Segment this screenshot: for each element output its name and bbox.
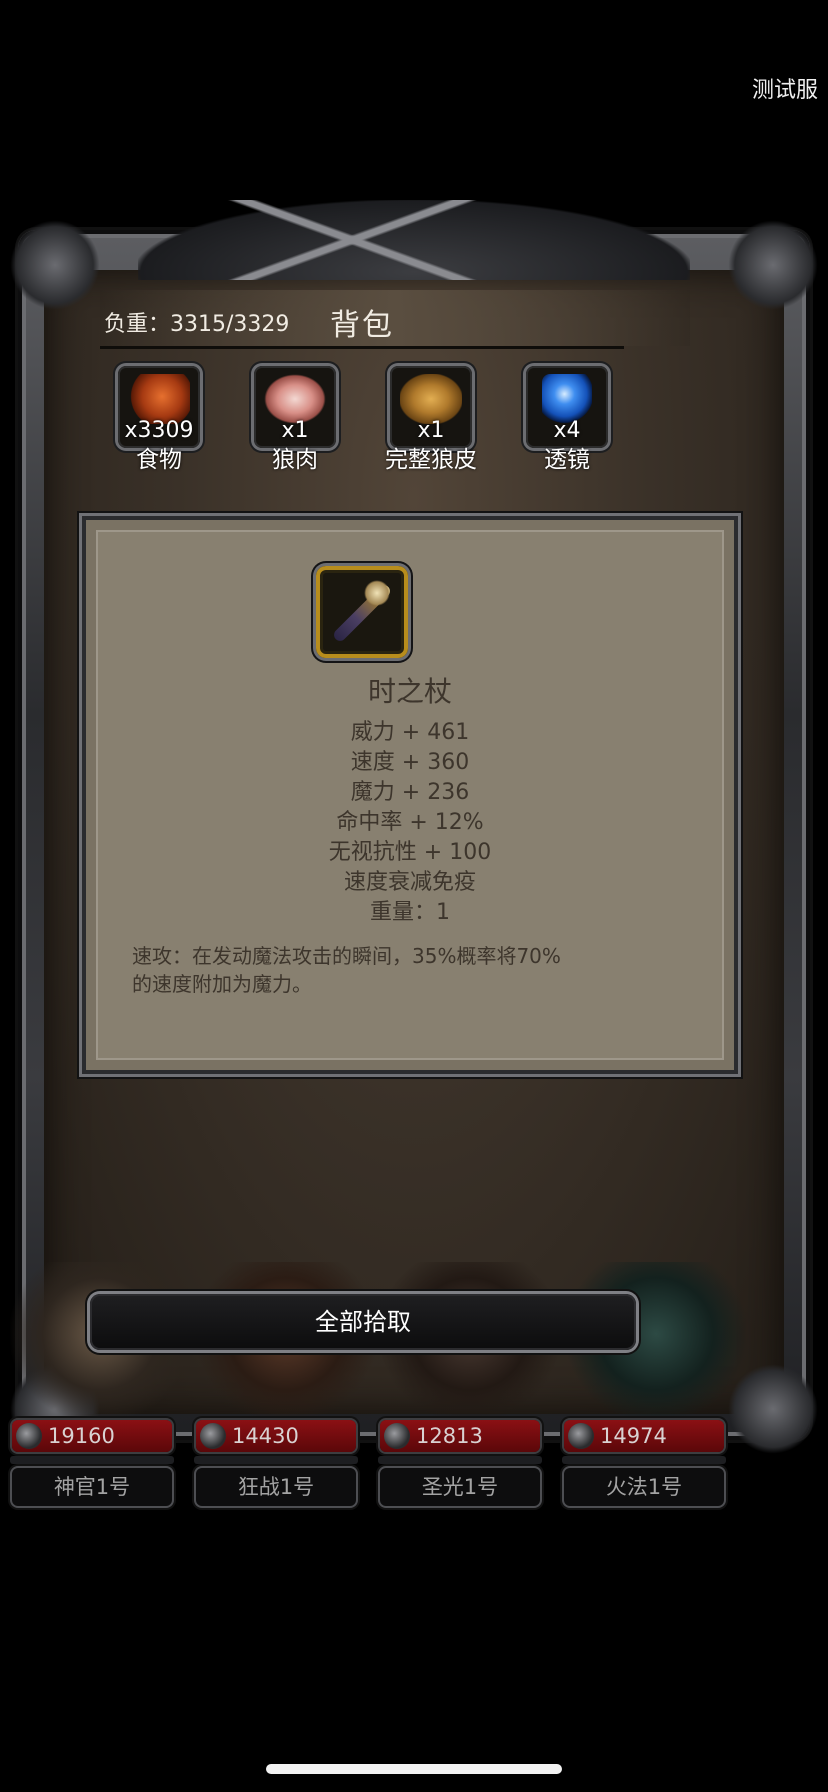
stat-magic: 魔力 + 236: [350, 780, 470, 805]
roast-meat-icon: [128, 374, 190, 424]
hp-gem-icon: [16, 1423, 42, 1449]
stat-speed-decay-immune: 速度衰减免疫: [343, 870, 476, 895]
party-member-name[interactable]: 狂战1号: [196, 1468, 356, 1506]
item-name: 狼肉: [272, 447, 318, 473]
hp-bar: 14430: [196, 1420, 356, 1452]
item-name: 透镜: [544, 447, 590, 473]
item-stats: 威力 + 461 速度 + 360 魔力 + 236 命中率 + 12% 无视抗…: [86, 718, 734, 928]
stat-hit-rate: 命中率 + 12%: [336, 810, 484, 835]
home-indicator[interactable]: [266, 1764, 562, 1774]
wolf-hide-icon: [400, 374, 462, 424]
stat-ignore-resist: 无视抗性 + 100: [328, 840, 492, 865]
frame-corner-ornament: [10, 220, 100, 310]
hp-value: 19160: [48, 1424, 115, 1448]
server-label: 测试服: [751, 78, 818, 103]
raw-meat-icon: [264, 374, 326, 424]
hp-gem-icon: [200, 1423, 226, 1449]
stat-power: 威力 + 461: [350, 720, 470, 745]
hp-bar: 19160: [12, 1420, 172, 1452]
party-member-name[interactable]: 神官1号: [12, 1468, 172, 1506]
frame-crown-ornament: [138, 200, 690, 280]
item-detail-name: 时之杖: [367, 675, 452, 708]
hp-gem-icon: [384, 1423, 410, 1449]
item-name: 完整狼皮: [385, 447, 477, 473]
hp-gem-icon: [568, 1423, 594, 1449]
mp-bar: [562, 1456, 726, 1464]
party-member-name[interactable]: 圣光1号: [380, 1468, 540, 1506]
description-line: 速攻：在发动魔法攻击的瞬间，35%概率将70%: [132, 944, 561, 968]
inventory-slot-food[interactable]: x3309: [118, 366, 200, 448]
item-description: 速攻：在发动魔法攻击的瞬间，35%概率将70% 的速度附加为魔力。: [132, 942, 602, 998]
staff-head: [364, 580, 390, 606]
stat-speed: 速度 + 360: [350, 750, 470, 775]
party-member-name[interactable]: 火法1号: [564, 1468, 724, 1506]
hp-value: 14430: [232, 1424, 299, 1448]
title-divider: [100, 346, 624, 349]
mp-bar: [378, 1456, 542, 1464]
pickup-all-button[interactable]: 全部拾取: [90, 1294, 636, 1350]
inventory-slot-wolf-hide[interactable]: x1: [390, 366, 472, 448]
hp-bar: 12813: [380, 1420, 540, 1452]
hp-bar: 14974: [564, 1420, 724, 1452]
stat-weight: 重量：1: [370, 900, 450, 925]
page-title: 背包: [330, 308, 394, 343]
inventory-slot-lens[interactable]: x4: [526, 366, 608, 448]
hp-value: 14974: [600, 1424, 667, 1448]
item-name: 食物: [136, 447, 182, 473]
mp-bar: [10, 1456, 174, 1464]
frame-corner-ornament: [728, 220, 818, 310]
mp-bar: [194, 1456, 358, 1464]
blue-lens-icon: [542, 374, 592, 424]
carry-weight: 负重：3315/3329: [104, 312, 290, 337]
staff-icon: [316, 566, 408, 658]
description-line: 的速度附加为魔力。: [132, 972, 312, 996]
inventory-slot-wolf-meat[interactable]: x1: [254, 366, 336, 448]
hp-value: 12813: [416, 1424, 483, 1448]
